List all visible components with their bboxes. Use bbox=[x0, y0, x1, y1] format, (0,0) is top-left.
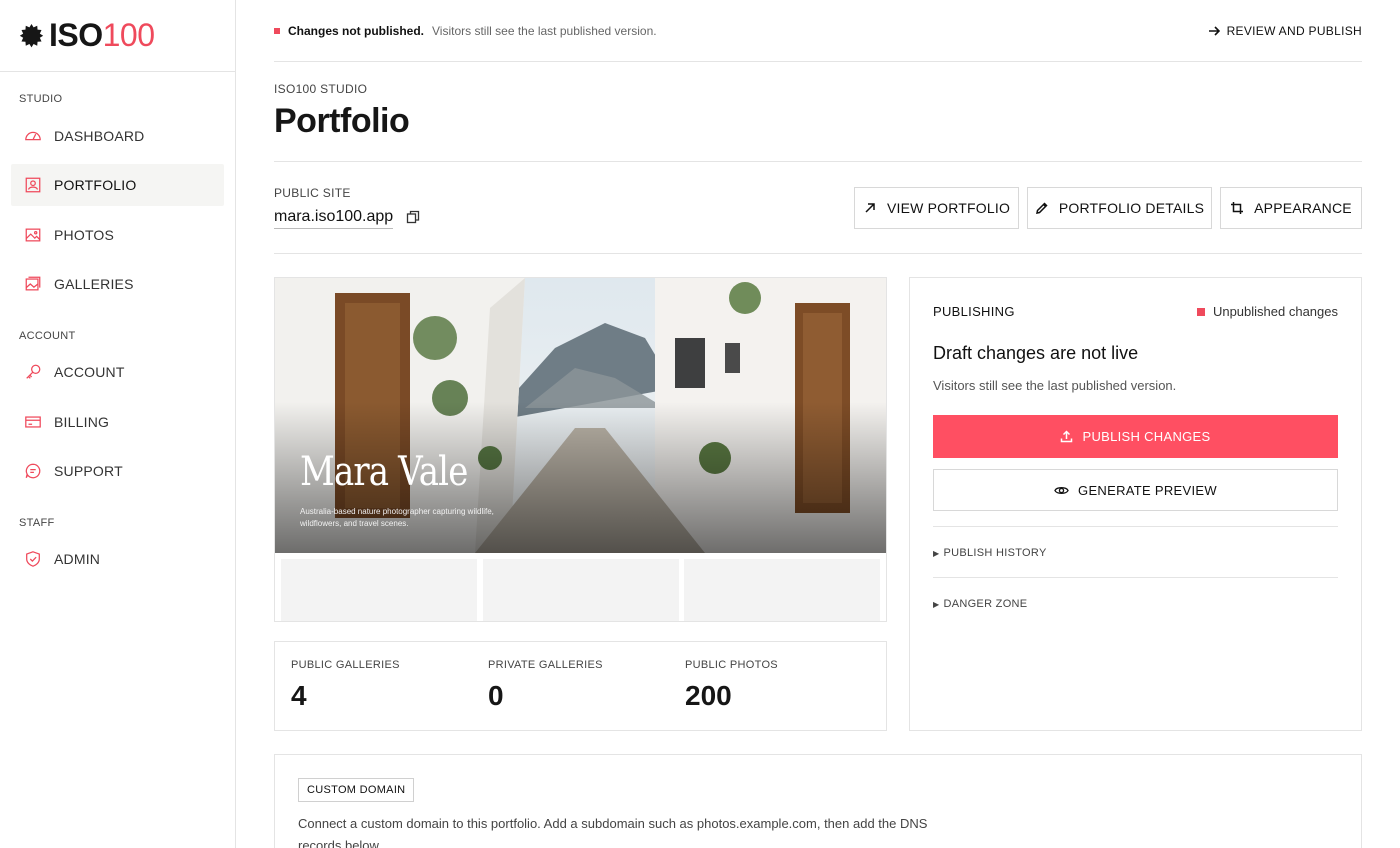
shield-check-icon bbox=[26, 551, 40, 567]
public-site-url[interactable]: mara.iso100.app bbox=[274, 208, 394, 229]
public-site-label: PUBLIC SITE bbox=[274, 186, 351, 200]
main-content: Changes not published. Visitors still se… bbox=[274, 0, 1362, 848]
publish-history-toggle[interactable]: ▶ PUBLISH HISTORY bbox=[933, 547, 1047, 559]
publishing-subtitle: Visitors still see the last published ve… bbox=[933, 378, 1177, 393]
publishing-panel: PUBLISHING Unpublished changes Draft cha… bbox=[909, 277, 1362, 731]
generate-preview-label: GENERATE PREVIEW bbox=[1078, 482, 1217, 498]
sidebar-item-billing[interactable]: BILLING bbox=[11, 401, 224, 443]
thumbnail-placeholder bbox=[684, 559, 880, 621]
banner-strong-text: Changes not published. bbox=[288, 23, 425, 38]
appearance-label: APPEARANCE bbox=[1254, 200, 1352, 216]
banner-muted-text: Visitors still see the last published ve… bbox=[432, 23, 657, 38]
nav-section-studio: STUDIO bbox=[19, 93, 63, 105]
thumbnail-placeholder bbox=[482, 559, 679, 621]
divider bbox=[933, 577, 1338, 578]
hero-description: Australia-based nature photographer capt… bbox=[300, 507, 494, 528]
sidebar-item-label: ADMIN bbox=[54, 551, 101, 567]
preview-thumbnails bbox=[281, 559, 880, 621]
divider bbox=[933, 526, 1338, 527]
publishing-heading: PUBLISHING bbox=[933, 304, 1015, 319]
publishing-title: Draft changes are not live bbox=[933, 343, 1139, 363]
stat-value: 0 bbox=[488, 680, 504, 711]
dashboard-icon bbox=[25, 131, 41, 141]
stat-label: PRIVATE GALLERIES bbox=[488, 659, 603, 671]
brand-logo[interactable]: ISO100 bbox=[0, 0, 235, 72]
portfolio-stats: PUBLIC GALLERIES 4 PRIVATE GALLERIES 0 P… bbox=[274, 641, 887, 731]
sidebar: ISO100 STUDIO DASHBOARD PORTFOLIO PHOTOS… bbox=[0, 0, 236, 848]
sidebar-item-label: GALLERIES bbox=[54, 276, 134, 292]
danger-zone-label: DANGER ZONE bbox=[943, 598, 1028, 610]
logo-text-accent: 100 bbox=[102, 17, 155, 53]
galleries-icon bbox=[25, 276, 41, 291]
danger-zone-toggle[interactable]: ▶ DANGER ZONE bbox=[933, 598, 1027, 610]
sidebar-item-label: ACCOUNT bbox=[54, 364, 125, 380]
stat-public-galleries: PUBLIC GALLERIES 4 bbox=[291, 659, 400, 712]
disclosure-triangle-icon: ▶ bbox=[933, 600, 940, 609]
portfolio-icon bbox=[25, 177, 41, 193]
status-dot bbox=[1196, 307, 1205, 316]
thumbnail-placeholder bbox=[281, 559, 477, 621]
pencil-icon bbox=[1035, 202, 1048, 214]
breadcrumb: ISO100 STUDIO bbox=[274, 82, 368, 96]
sidebar-item-label: PHOTOS bbox=[54, 227, 115, 243]
portfolio-details-button[interactable]: PORTFOLIO DETAILS bbox=[1027, 187, 1212, 229]
hero-name: Mara Vale bbox=[300, 449, 468, 495]
stat-value: 4 bbox=[291, 680, 307, 711]
publish-changes-label: PUBLISH CHANGES bbox=[1082, 429, 1211, 444]
sidebar-item-support[interactable]: SUPPORT bbox=[11, 450, 224, 492]
aperture-icon bbox=[19, 24, 44, 48]
credit-card-icon bbox=[25, 416, 41, 428]
sidebar-item-galleries[interactable]: GALLERIES bbox=[11, 263, 224, 305]
copy-icon[interactable] bbox=[406, 210, 420, 224]
external-arrow-icon bbox=[865, 203, 875, 213]
disclosure-triangle-icon: ▶ bbox=[933, 549, 940, 558]
arrow-right-icon bbox=[1208, 25, 1220, 36]
view-portfolio-button[interactable]: VIEW PORTFOLIO bbox=[854, 187, 1019, 229]
sidebar-item-label: BILLING bbox=[54, 414, 110, 430]
stat-label: PUBLIC PHOTOS bbox=[685, 659, 778, 671]
eye-icon bbox=[1054, 486, 1069, 494]
unpublished-banner: Changes not published. Visitors still se… bbox=[274, 0, 1362, 62]
portfolio-preview-card[interactable]: Mara Vale Australia-based nature photogr… bbox=[274, 277, 887, 622]
sidebar-item-label: DASHBOARD bbox=[54, 128, 145, 144]
stat-value: 200 bbox=[685, 680, 732, 711]
nav-section-staff: STAFF bbox=[19, 517, 55, 529]
sidebar-item-portfolio[interactable]: PORTFOLIO bbox=[11, 164, 224, 206]
publish-history-label: PUBLISH HISTORY bbox=[943, 547, 1047, 559]
sidebar-item-account[interactable]: ACCOUNT bbox=[11, 351, 224, 393]
custom-domain-card: CUSTOM DOMAIN Connect a custom domain to… bbox=[274, 754, 1362, 848]
divider bbox=[274, 161, 1362, 162]
status-dot bbox=[274, 27, 280, 34]
portfolio-details-label: PORTFOLIO DETAILS bbox=[1058, 200, 1205, 216]
custom-domain-tag: CUSTOM DOMAIN bbox=[298, 778, 415, 802]
chat-icon bbox=[25, 463, 41, 479]
generate-preview-button[interactable]: GENERATE PREVIEW bbox=[933, 469, 1338, 511]
publishing-status-text: Unpublished changes bbox=[1212, 304, 1338, 319]
appearance-button[interactable]: APPEARANCE bbox=[1220, 187, 1362, 229]
nav-section-account: ACCOUNT bbox=[19, 330, 76, 342]
custom-domain-description: Connect a custom domain to this portfoli… bbox=[298, 816, 928, 848]
divider bbox=[274, 253, 1362, 254]
photo-icon bbox=[25, 228, 41, 242]
sidebar-item-label: SUPPORT bbox=[54, 463, 123, 479]
stat-label: PUBLIC GALLERIES bbox=[291, 659, 400, 671]
publish-changes-button[interactable]: PUBLISH CHANGES bbox=[933, 415, 1338, 458]
review-and-publish-link[interactable]: REVIEW AND PUBLISH bbox=[1208, 24, 1362, 38]
key-icon bbox=[26, 364, 41, 379]
upload-icon bbox=[1061, 430, 1073, 443]
sidebar-item-dashboard[interactable]: DASHBOARD bbox=[11, 115, 224, 157]
publishing-status-badge: Unpublished changes bbox=[1196, 304, 1338, 319]
crop-icon bbox=[1231, 202, 1244, 214]
stat-public-photos: PUBLIC PHOTOS 200 bbox=[685, 659, 778, 712]
sidebar-item-label: PORTFOLIO bbox=[54, 177, 137, 193]
page-title: Portfolio bbox=[274, 102, 410, 140]
hero-image: Mara Vale Australia-based nature photogr… bbox=[275, 278, 886, 553]
view-portfolio-label: VIEW PORTFOLIO bbox=[886, 200, 1011, 216]
stat-private-galleries: PRIVATE GALLERIES 0 bbox=[488, 659, 603, 712]
review-and-publish-label: REVIEW AND PUBLISH bbox=[1226, 23, 1362, 38]
sidebar-item-photos[interactable]: PHOTOS bbox=[11, 214, 224, 256]
logo-text-bold: ISO bbox=[49, 17, 103, 53]
sidebar-item-admin[interactable]: ADMIN bbox=[11, 538, 224, 580]
